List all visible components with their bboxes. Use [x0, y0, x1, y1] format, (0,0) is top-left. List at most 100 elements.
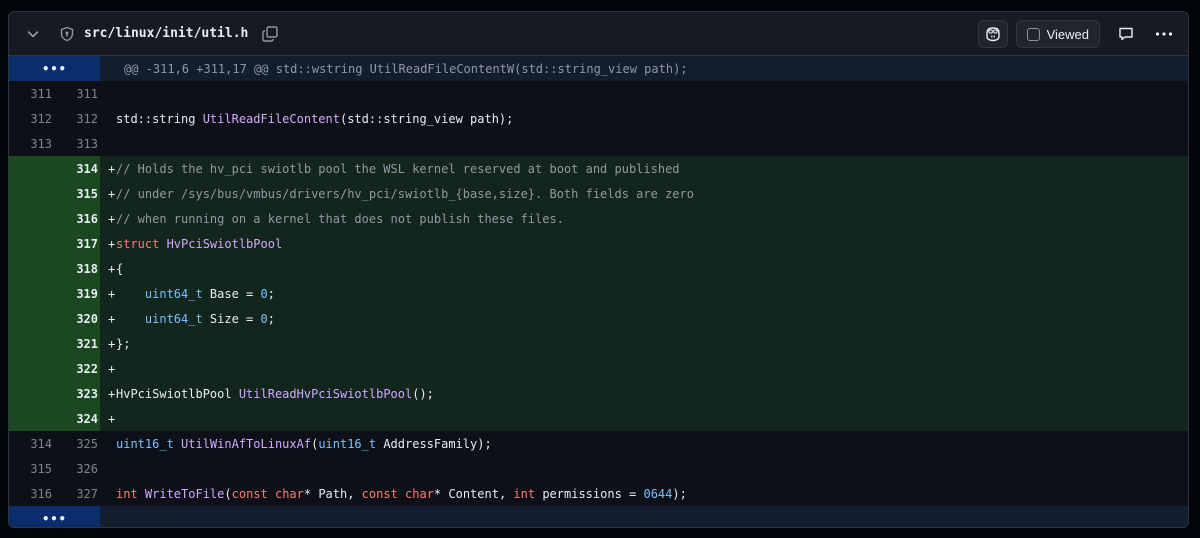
line-number-gutter: 317 — [9, 231, 100, 256]
old-line-number[interactable]: 315 — [9, 462, 54, 476]
old-line-number[interactable]: 316 — [9, 487, 54, 501]
file-header: src/linux/init/util.h Viewed — [9, 12, 1188, 56]
code-token: const char — [361, 486, 434, 501]
new-line-number[interactable]: 313 — [54, 137, 100, 151]
old-line-number[interactable]: 314 — [9, 437, 54, 451]
expand-up-button[interactable]: ••• — [9, 56, 100, 81]
line-number-gutter: 323 — [9, 381, 100, 406]
context-line: 313 313 — [9, 131, 1188, 156]
viewed-button[interactable]: Viewed — [1015, 20, 1100, 48]
hunk-header: ••• @@ -311,6 +311,17 @@ std::wstring Ut… — [9, 56, 1188, 81]
code-text: struct HvPciSwiotlbPool — [116, 237, 282, 251]
hunk-header-text: @@ -311,6 +311,17 @@ std::wstring UtilRe… — [100, 56, 1188, 81]
code-cell: + struct HvPciSwiotlbPool — [100, 231, 1188, 256]
diff-body: ••• @@ -311,6 +311,17 @@ std::wstring Ut… — [9, 56, 1188, 527]
old-line-number[interactable]: 312 — [9, 112, 54, 126]
expand-down-button[interactable]: ••• — [9, 506, 100, 527]
line-number-gutter: 313 313 — [9, 131, 100, 156]
code-token: (); — [412, 386, 434, 401]
code-text: uint64_t Size = 0; — [116, 312, 275, 326]
old-line-number[interactable]: 313 — [9, 137, 54, 151]
code-token: 0644 — [643, 486, 673, 501]
code-cell: +}; — [100, 331, 1188, 356]
added-line: 321 +}; — [9, 331, 1188, 356]
checkbox-icon[interactable] — [1026, 27, 1040, 41]
line-number-gutter: 315 326 — [9, 456, 100, 481]
new-line-number[interactable]: 323 — [54, 386, 100, 401]
new-line-number[interactable]: 311 — [54, 87, 100, 101]
line-number-gutter: 314 325 — [9, 431, 100, 456]
new-line-number[interactable]: 318 — [54, 261, 100, 276]
copilot-icon — [985, 27, 1000, 42]
new-line-number[interactable]: 326 — [54, 462, 100, 476]
code-text: { — [116, 262, 123, 276]
code-token: }; — [116, 336, 131, 351]
line-number-gutter: 324 — [9, 406, 100, 431]
line-number-gutter: 318 — [9, 256, 100, 281]
code-token: UtilReadHvPciSwiotlbPool — [238, 386, 413, 401]
code-text: // Holds the hv_pci swiotlb pool the WSL… — [116, 162, 680, 176]
added-line: 318 +{ — [9, 256, 1188, 281]
chevron-down-icon[interactable] — [25, 26, 41, 42]
more-options-button[interactable] — [1150, 20, 1178, 48]
new-line-number[interactable]: 319 — [54, 286, 100, 301]
expand-label: ••• — [42, 61, 67, 76]
new-line-number[interactable]: 312 — [54, 112, 100, 126]
code-token: Size = — [202, 311, 261, 326]
added-line: 316 +// when running on a kernel that doe… — [9, 206, 1188, 231]
new-line-number[interactable]: 314 — [54, 161, 100, 176]
code-token: uint16_t — [116, 436, 174, 451]
kebab-icon — [1155, 32, 1173, 36]
code-cell: + uint64_t Base = 0; — [100, 281, 1188, 306]
code-token: permissions = — [535, 486, 644, 501]
code-cell: + — [100, 356, 1188, 381]
code-token: UtilWinAfToLinuxAf — [181, 436, 312, 451]
comment-button[interactable] — [1112, 20, 1140, 48]
code-text: }; — [116, 337, 130, 351]
code-cell: uint16_t UtilWinAfToLinuxAf(uint16_t Add… — [100, 431, 1188, 456]
new-line-number[interactable]: 325 — [54, 437, 100, 451]
old-line-number[interactable]: 311 — [9, 87, 54, 101]
new-line-number[interactable]: 321 — [54, 336, 100, 351]
code-token: 0 — [260, 311, 268, 326]
code-token: ( — [224, 486, 232, 501]
line-number-gutter: 314 — [9, 156, 100, 181]
code-cell — [100, 456, 1188, 481]
added-line: 319 + uint64_t Base = 0; — [9, 281, 1188, 306]
new-line-number[interactable]: 320 — [54, 311, 100, 326]
copilot-button[interactable] — [977, 20, 1008, 48]
code-text: std::string UtilReadFileContent(std::str… — [116, 112, 513, 126]
diff-marker: + — [108, 311, 116, 326]
code-token: ); — [672, 486, 687, 501]
code-cell: +// when running on a kernel that does n… — [100, 206, 1188, 231]
code-token: * Path, — [303, 486, 362, 501]
code-token: HvPciSwiotlbPool — [116, 386, 239, 401]
code-token: Base = — [202, 286, 261, 301]
new-line-number[interactable]: 327 — [54, 487, 100, 501]
code-token: UtilReadFileContent — [202, 111, 340, 126]
new-line-number[interactable]: 317 — [54, 236, 100, 251]
code-text: int WriteToFile(const char* Path, const … — [116, 487, 687, 501]
diff-marker: + — [108, 161, 116, 176]
new-line-number[interactable]: 315 — [54, 186, 100, 201]
file-path[interactable]: src/linux/init/util.h — [84, 26, 248, 41]
copy-icon[interactable] — [261, 25, 279, 43]
diff-marker: + — [108, 261, 116, 276]
new-line-number[interactable]: 324 — [54, 411, 100, 426]
line-number-gutter: 311 311 — [9, 81, 100, 106]
new-line-number[interactable]: 316 — [54, 211, 100, 226]
diff-marker: + — [108, 186, 116, 201]
diff-marker: + — [108, 411, 116, 426]
diff-marker: + — [108, 286, 116, 301]
line-number-gutter: 316 327 — [9, 481, 100, 506]
diff-marker: + — [108, 336, 116, 351]
line-number-gutter: 319 — [9, 281, 100, 306]
hunk-footer: ••• — [9, 506, 1188, 527]
line-number-gutter: 321 — [9, 331, 100, 356]
new-line-number[interactable]: 322 — [54, 361, 100, 376]
comment-icon — [1119, 27, 1133, 41]
code-token: int — [116, 486, 145, 501]
line-number-gutter: 316 — [9, 206, 100, 231]
